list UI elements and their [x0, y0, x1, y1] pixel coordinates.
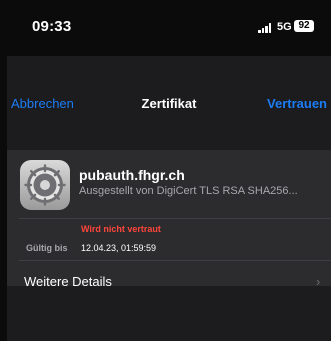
settings-gear-icon	[20, 160, 70, 210]
status-bar: 09:33 5G 92	[0, 0, 331, 44]
signal-icon	[258, 23, 272, 33]
certificate-card: pubauth.fhgr.ch Ausgestellt von DigiCert…	[7, 150, 331, 286]
navigation-bar: Abbrechen Zertifikat Vertrauen	[7, 56, 331, 150]
status-time: 09:33	[32, 18, 72, 35]
chevron-right-icon: ›	[316, 274, 321, 289]
cancel-button[interactable]: Abbrechen	[11, 96, 74, 111]
battery-icon: 92	[294, 20, 314, 32]
valid-until-label: Gültig bis	[26, 243, 68, 253]
network-type: 5G	[277, 21, 292, 33]
more-details-row[interactable]: Weitere Details	[24, 274, 112, 289]
gear-icon	[24, 164, 66, 206]
certificate-issuer: Ausgestellt von DigiCert TLS RSA SHA256.…	[79, 185, 298, 197]
certificate-sheet: Abbrechen Zertifikat Vertrauen pubauth.f…	[7, 56, 331, 341]
divider	[19, 260, 331, 261]
trust-status: Wird nicht vertraut	[81, 224, 161, 234]
certificate-title: pubauth.fhgr.ch	[79, 167, 185, 183]
divider	[19, 218, 331, 219]
trust-button[interactable]: Vertrauen	[267, 96, 327, 111]
valid-until-value: 12.04.23, 01:59:59	[81, 243, 157, 253]
page-title-label: Zertifikat	[141, 96, 197, 111]
